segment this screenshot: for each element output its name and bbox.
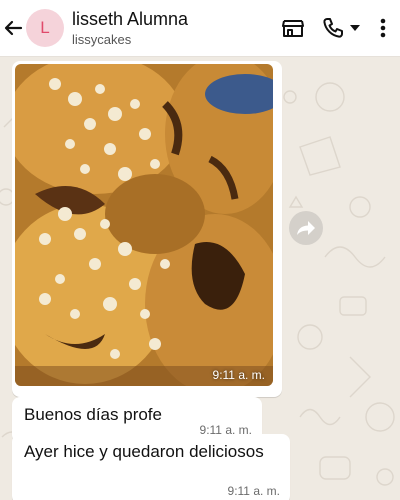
contact-info[interactable]: lisseth Alumna lissycakes xyxy=(72,9,280,48)
more-icon[interactable] xyxy=(374,15,392,41)
back-arrow-icon[interactable] xyxy=(2,17,24,39)
dropdown-icon[interactable] xyxy=(348,15,362,41)
forward-icon[interactable] xyxy=(289,211,323,245)
food-photo[interactable]: 9:11 a. m. xyxy=(15,64,273,386)
message-time: 9:11 a. m. xyxy=(227,484,280,498)
contact-subtitle: lissycakes xyxy=(72,31,132,47)
chat-area: 9:11 a. m. Buenos días profe 9:11 a. m. … xyxy=(0,57,400,500)
chat-header: L lisseth Alumna lissycakes xyxy=(0,0,400,57)
message-text: Ayer hice y quedaron deliciosos xyxy=(24,442,264,461)
text-message[interactable]: Ayer hice y quedaron deliciosos 9:11 a. … xyxy=(12,434,290,500)
store-icon[interactable] xyxy=(280,15,306,41)
phone-icon[interactable] xyxy=(320,15,346,41)
message-time: 9:11 a. m. xyxy=(212,368,265,382)
image-message[interactable]: 9:11 a. m. xyxy=(12,61,282,397)
contact-name: lisseth Alumna xyxy=(72,8,189,29)
avatar[interactable]: L xyxy=(26,9,64,47)
message-text: Buenos días profe xyxy=(24,405,162,424)
